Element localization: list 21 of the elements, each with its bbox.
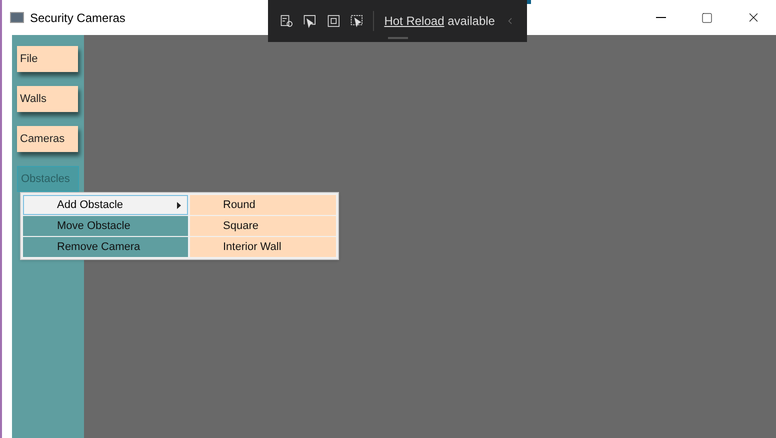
drag-handle [388, 37, 408, 39]
submenu-item[interactable]: Interior Wall [190, 237, 336, 257]
menu-item[interactable]: Remove Camera [23, 237, 188, 257]
hot-reload-link[interactable]: Hot Reload [384, 14, 444, 28]
sidebar-button[interactable]: File [17, 46, 78, 72]
submenu-item[interactable]: Square [190, 216, 336, 236]
submenu-arrow-icon [177, 202, 181, 208]
frame-icon [326, 13, 340, 29]
submenu-item[interactable]: Round [190, 195, 336, 215]
sidebar-button[interactable]: Walls [17, 86, 78, 112]
window-title: Security Cameras [30, 10, 126, 26]
menu-item[interactable]: Add Obstacle [23, 195, 188, 215]
minimize-icon [656, 17, 666, 18]
sidebar-button[interactable]: Cameras [17, 126, 78, 152]
hot-reload-status: Hot Reload available [384, 13, 495, 30]
app-icon [10, 12, 24, 23]
maximize-icon [701, 12, 713, 24]
settings-icon [280, 13, 294, 29]
menu-item[interactable]: Move Obstacle [23, 216, 188, 236]
select-icon [350, 13, 364, 29]
pointer-icon [303, 13, 317, 29]
